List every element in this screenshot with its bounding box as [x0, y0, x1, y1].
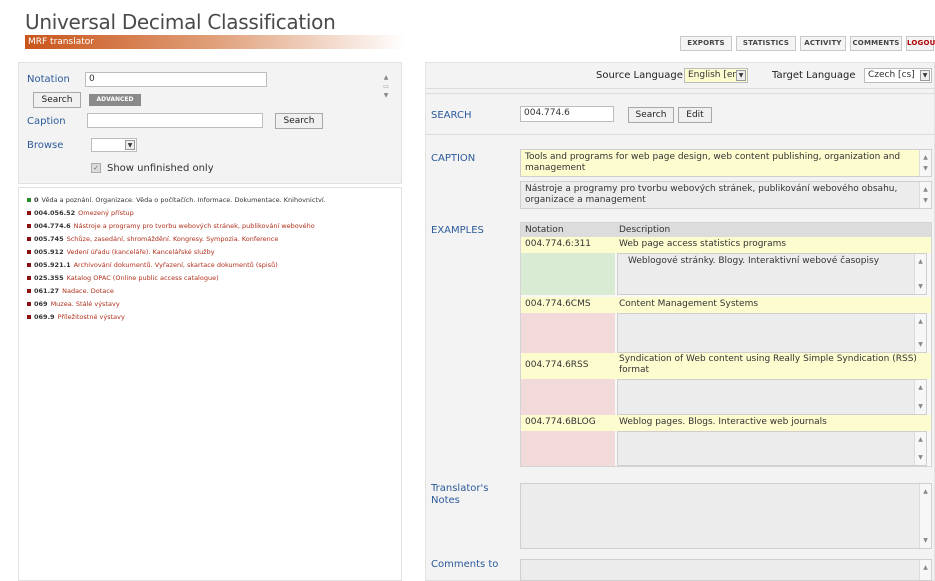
show-unfinished-checkbox[interactable]: ✓ — [91, 163, 101, 173]
browse-select[interactable]: ▼ — [91, 138, 137, 152]
examples-table: Notation Description 004.774.6:311 Web p… — [520, 222, 932, 467]
notation-input[interactable]: 0 — [85, 72, 267, 87]
comments-button[interactable]: COMMENTS — [850, 36, 902, 51]
tree-item[interactable]: 069.9 Příležitostné výstavy — [27, 313, 125, 321]
chevron-down-icon: ▼ — [125, 140, 135, 150]
example-status-cell — [521, 379, 615, 415]
source-language-label: Source Language — [596, 70, 683, 81]
tree-bullet-icon — [27, 237, 31, 241]
scrollbar[interactable]: ▲ ▼ — [914, 254, 926, 294]
example-status-cell — [521, 253, 615, 295]
example-translation-field[interactable]: ▲ ▼ — [617, 313, 927, 353]
tree-bullet-icon — [27, 276, 31, 280]
tree-item[interactable]: 005.745 Schůze, zasedání, shromáždění. Ko… — [27, 235, 278, 243]
advanced-button[interactable]: ADVANCED — [89, 94, 141, 106]
example-status-cell — [521, 431, 615, 466]
notation-search-button[interactable]: Search — [33, 92, 81, 108]
tree-bullet-icon — [27, 250, 31, 254]
chevron-down-icon: ▼ — [920, 70, 930, 81]
app-subtitle: MRF translator — [25, 35, 405, 49]
show-unfinished-label: Show unfinished only — [107, 163, 214, 174]
example-translation-field[interactable]: ▲ ▼ — [617, 431, 927, 466]
tree-bullet-icon — [27, 289, 31, 293]
scrollbar[interactable]: ▲ ▼ — [919, 484, 931, 548]
tree-bullet-icon — [27, 224, 31, 228]
statistics-button[interactable]: STATISTICS — [736, 36, 796, 51]
tree-bullet-icon — [27, 263, 31, 267]
comments-field[interactable]: ▲ — [520, 559, 932, 581]
tree-bullet-icon — [27, 198, 31, 202]
notation-label: Notation — [27, 74, 70, 85]
chevron-down-icon: ▼ — [736, 70, 746, 81]
translators-notes-label: Translator's Notes — [431, 483, 489, 506]
comments-label: Comments to — [431, 559, 499, 570]
scrollbar[interactable]: ▲ ▼ — [914, 314, 926, 352]
description-column-header: Description — [619, 225, 671, 235]
notation-column-header: Notation — [525, 225, 564, 235]
edit-button[interactable]: Edit — [678, 107, 712, 123]
examples-section-label: EXAMPLES — [431, 225, 484, 236]
caption-source-text: Tools and programs for web page design, … — [520, 149, 932, 177]
browse-label: Browse — [27, 140, 64, 151]
target-language-label: Target Language — [772, 70, 856, 81]
example-translation-field[interactable]: ▲ ▼ — [617, 379, 927, 415]
scrollbar[interactable]: ▲ ▼ — [914, 432, 926, 465]
tree-item[interactable]: 025.355 Katalog OPAC (Online public acces… — [27, 274, 219, 282]
scrollbar[interactable]: ▲ ▼ — [919, 182, 931, 208]
activity-button[interactable]: ACTIVITY — [800, 36, 846, 51]
scrollbar[interactable]: ▲ — [919, 560, 931, 580]
example-row: 004.774.6:311 Web page access statistics… — [521, 237, 931, 253]
target-language-select[interactable]: Czech [cs] ▼ — [864, 68, 932, 83]
tree-bullet-icon — [27, 315, 31, 319]
tree-bullet-icon — [27, 211, 31, 215]
logout-button[interactable]: LOGOUT — [906, 36, 935, 51]
caption-translation-field[interactable]: Nástroje a programy pro tvorbu webových … — [520, 181, 932, 209]
tree-item[interactable]: 061.27 Nadace. Dotace — [27, 287, 114, 295]
left-search-panel: Notation 0 ▲ ▭ ▼ Search ADVANCED Caption S… — [18, 62, 402, 184]
example-row: 004.774.6RSS Syndication of Web content … — [521, 353, 931, 379]
search-notation-input[interactable]: 004.774.6 — [520, 106, 614, 122]
tree-item[interactable]: 005.921.1 Archivování dokumentů. Vyřazení… — [27, 261, 278, 269]
tree-item[interactable]: 004.774.6 Nástroje a programy pro tvorbu … — [27, 222, 315, 230]
exports-button[interactable]: EXPORTS — [680, 36, 732, 51]
tree-item-root[interactable]: 0 Věda a poznání. Organizace. Věda o počí… — [27, 196, 326, 204]
notation-scrollbar[interactable]: ▲ ▭ ▼ — [380, 73, 392, 101]
app-title: Universal Decimal Classification — [25, 10, 336, 34]
caption-section-label: CAPTION — [431, 153, 476, 164]
caption-search-button[interactable]: Search — [275, 113, 323, 129]
tree-item[interactable]: 004.056.52 Omezený přístup — [27, 209, 134, 217]
tree-item[interactable]: 069 Muzea. Stálé výstavy — [27, 300, 120, 308]
tree-item[interactable]: 005.912 Vedení úřadu (kanceláře). Kancelá… — [27, 248, 215, 256]
scrollbar[interactable]: ▲ ▼ — [914, 380, 926, 414]
examples-table-header: Notation Description — [521, 223, 931, 237]
right-editor-panel: Source Language English [en] ▼ Target La… — [425, 62, 935, 581]
example-row: 004.774.6CMS Content Management Systems — [521, 297, 931, 313]
caption-input[interactable] — [87, 113, 263, 128]
translators-notes-field[interactable]: ▲ ▼ — [520, 483, 932, 549]
scrollbar[interactable]: ▲ ▼ — [919, 150, 931, 176]
caption-label: Caption — [27, 116, 66, 127]
example-row: 004.774.6BLOG Weblog pages. Blogs. Inter… — [521, 415, 931, 431]
search-button[interactable]: Search — [628, 107, 674, 123]
classification-tree: 0 Věda a poznání. Organizace. Věda o počí… — [18, 187, 402, 581]
example-status-cell — [521, 313, 615, 353]
tree-bullet-icon — [27, 302, 31, 306]
source-language-select[interactable]: English [en] ▼ — [684, 68, 748, 83]
search-section-label: SEARCH — [431, 110, 472, 121]
example-translation-field[interactable]: Weblogové stránky. Blogy. Interaktivní w… — [617, 253, 927, 295]
